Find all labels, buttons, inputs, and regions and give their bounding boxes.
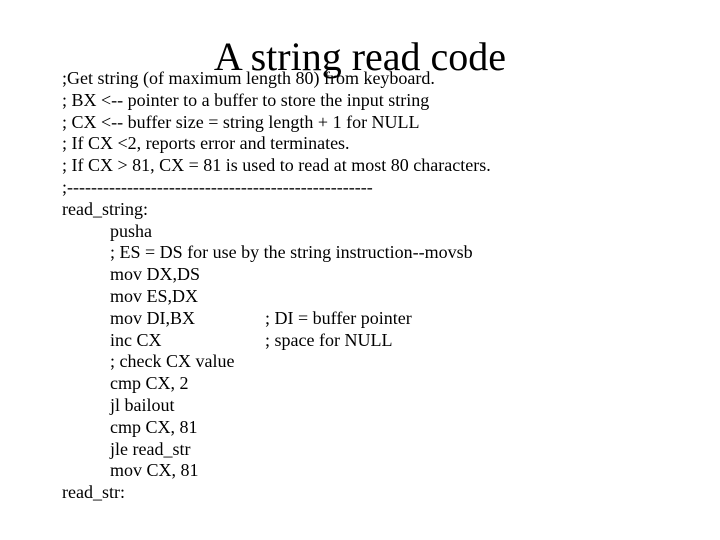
code-line-text: cmp CX, 2 [110,373,189,394]
code-line: ;---------------------------------------… [62,177,712,199]
code-line: ; check CX value [62,351,712,373]
code-line-text: jl bailout [110,394,175,415]
code-line: mov CX, 81 [62,460,712,482]
code-line: pusha [62,221,712,243]
code-line-text: inc CX [110,329,162,350]
code-line-text: jle read_str [110,438,191,459]
code-line-text: ; If CX > 81, CX = 81 is used to read at… [62,155,491,176]
slide-canvas: A string read code ;Get string (of maxim… [0,0,720,540]
code-line: cmp CX, 2 [62,373,712,395]
code-line-text: ; BX <-- pointer to a buffer to store th… [62,89,430,110]
code-line-text: pusha [110,220,152,241]
code-line-inline-comment: ; DI = buffer pointer [265,307,412,328]
code-line-text: read_string: [62,198,148,219]
code-line-text: read_str: [62,482,125,503]
code-line: mov DX,DS [62,264,712,286]
code-line-text: ;Get string (of maximum length 80) from … [62,68,435,88]
code-line-text: ; If CX <2, reports error and terminates… [62,133,350,154]
code-line-text: cmp CX, 81 [110,416,198,437]
code-line: jl bailout [62,395,712,417]
code-line: ; If CX <2, reports error and terminates… [62,133,712,155]
code-line: mov DI,BX ; DI = buffer pointer [62,308,712,330]
code-line: ;Get string (of maximum length 80) from … [62,68,712,90]
code-listing: ;Get string (of maximum length 80) from … [62,68,712,504]
code-line-text: mov DX,DS [110,264,201,285]
code-line: ; CX <-- buffer size = string length + 1… [62,112,712,134]
code-line: ; ES = DS for use by the string instruct… [62,242,712,264]
code-line-text: ; check CX value [110,351,235,372]
code-line-text: mov ES,DX [110,285,199,306]
code-line-text: ;---------------------------------------… [62,176,373,197]
code-line: read_string: [62,199,712,221]
code-line: ; BX <-- pointer to a buffer to store th… [62,90,712,112]
code-line: inc CX ; space for NULL [62,330,712,352]
code-line: read_str: [62,482,712,504]
code-line: ; If CX > 81, CX = 81 is used to read at… [62,155,712,177]
code-line-inline-comment: ; space for NULL [265,329,393,350]
code-line: mov ES,DX [62,286,712,308]
code-line-text: ; ES = DS for use by the string instruct… [110,242,473,263]
code-line: jle read_str [62,439,712,461]
code-line-text: mov CX, 81 [110,460,199,481]
code-line: cmp CX, 81 [62,417,712,439]
code-line-text: ; CX <-- buffer size = string length + 1… [62,111,420,132]
code-line-text: mov DI,BX [110,307,195,328]
